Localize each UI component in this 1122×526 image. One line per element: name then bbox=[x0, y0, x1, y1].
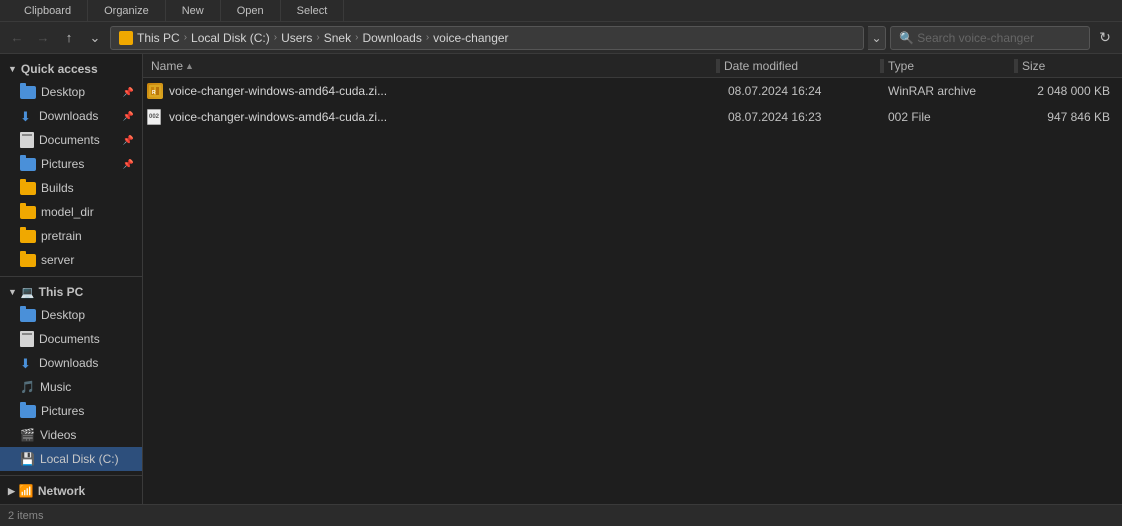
search-bar[interactable]: 🔍 Search voice-changer bbox=[890, 26, 1090, 50]
down-arrow-icon: ⬇ bbox=[20, 109, 34, 123]
sidebar-item-model-dir[interactable]: model_dir bbox=[0, 200, 142, 224]
breadcrumb-localdisk[interactable]: Local Disk (C:) bbox=[191, 31, 270, 45]
forward-button[interactable]: → bbox=[32, 27, 54, 49]
toolbar-select[interactable]: Select bbox=[281, 0, 345, 21]
videos-icon: 🎬 bbox=[20, 428, 35, 442]
sidebar-item-this-pc-videos[interactable]: 🎬 Videos bbox=[0, 423, 142, 447]
folder-yellow-icon bbox=[20, 254, 36, 267]
sidebar-item-pictures[interactable]: Pictures 📌 bbox=[0, 152, 142, 176]
breadcrumb-dropdown[interactable]: ⌄ bbox=[868, 26, 886, 50]
file-name: voice-changer-windows-amd64-cuda.zi... bbox=[169, 84, 728, 98]
sidebar-item-builds[interactable]: Builds bbox=[0, 176, 142, 200]
pin-icon: 📌 bbox=[123, 159, 134, 170]
col-header-date[interactable]: Date modified bbox=[720, 54, 880, 77]
search-icon: 🔍 bbox=[899, 31, 914, 45]
status-bar: 2 items bbox=[0, 504, 1122, 526]
breadcrumb-downloads[interactable]: Downloads bbox=[362, 31, 421, 45]
column-headers: Name ▲ Date modified Type Size bbox=[143, 54, 1122, 78]
sidebar-section-this-pc[interactable]: ▼ 💻 This PC bbox=[0, 281, 142, 303]
file-type: 002 File bbox=[888, 110, 1018, 124]
file-area: Name ▲ Date modified Type Size bbox=[143, 54, 1122, 504]
down-arrow-icon: ⬇ bbox=[20, 356, 34, 370]
sidebar-section-network[interactable]: ▶ 📶 Network bbox=[0, 480, 142, 502]
sidebar-item-this-pc-desktop[interactable]: Desktop bbox=[0, 303, 142, 327]
sidebar-item-this-pc-documents[interactable]: Documents bbox=[0, 327, 142, 351]
folder-blue-icon bbox=[20, 86, 36, 99]
recent-button[interactable]: ⌄ bbox=[84, 27, 106, 49]
back-button[interactable]: ← bbox=[6, 27, 28, 49]
sidebar-item-server[interactable]: server bbox=[0, 248, 142, 272]
toolbar: Clipboard Organize New Open Select bbox=[0, 0, 1122, 22]
svg-text:R: R bbox=[152, 90, 156, 96]
expand-icon: ▶ bbox=[8, 486, 15, 497]
expand-icon: ▼ bbox=[8, 287, 17, 297]
file002-icon: 002 bbox=[147, 109, 165, 125]
sidebar-item-this-pc-music[interactable]: 🎵 Music bbox=[0, 375, 142, 399]
folder-blue-icon bbox=[20, 309, 36, 322]
up-button[interactable]: ↑ bbox=[58, 27, 80, 49]
sidebar-divider bbox=[0, 276, 142, 277]
sidebar-item-desktop[interactable]: Desktop 📌 bbox=[0, 80, 142, 104]
documents-icon bbox=[20, 331, 34, 347]
file-size: 2 048 000 KB bbox=[1018, 84, 1118, 98]
folder-yellow-icon bbox=[20, 230, 36, 243]
winrar-file-icon: R bbox=[147, 83, 165, 99]
col-header-size[interactable]: Size bbox=[1018, 54, 1118, 77]
sidebar-section-quick-access[interactable]: ▼ Quick access bbox=[0, 58, 142, 80]
folder-yellow-icon bbox=[20, 206, 36, 219]
expand-icon: ▼ bbox=[8, 64, 17, 74]
table-row[interactable]: 002 voice-changer-windows-amd64-cuda.zi.… bbox=[143, 104, 1122, 130]
pin-icon: 📌 bbox=[123, 111, 134, 122]
toolbar-organize[interactable]: Organize bbox=[88, 0, 166, 21]
sidebar-divider-2 bbox=[0, 475, 142, 476]
sidebar-item-downloads[interactable]: ⬇ Downloads 📌 bbox=[0, 104, 142, 128]
pin-icon: 📌 bbox=[123, 135, 134, 146]
breadcrumb-voice-changer[interactable]: voice-changer bbox=[433, 31, 508, 45]
toolbar-new[interactable]: New bbox=[166, 0, 221, 21]
folder-blue-icon bbox=[20, 405, 36, 418]
breadcrumb-users[interactable]: Users bbox=[281, 31, 312, 45]
documents-icon bbox=[20, 132, 34, 148]
pc-icon bbox=[119, 31, 133, 45]
sidebar: ▼ Quick access Desktop 📌 ⬇ Downloads 📌 D… bbox=[0, 54, 143, 504]
toolbar-open[interactable]: Open bbox=[221, 0, 281, 21]
pin-icon: 📌 bbox=[123, 87, 134, 98]
main-area: ▼ Quick access Desktop 📌 ⬇ Downloads 📌 D… bbox=[0, 54, 1122, 504]
music-icon: 🎵 bbox=[20, 380, 35, 394]
folder-yellow-icon bbox=[20, 182, 36, 195]
file-date: 08.07.2024 16:23 bbox=[728, 110, 888, 124]
pc-icon: 💻 bbox=[21, 286, 35, 299]
file-size: 947 846 KB bbox=[1018, 110, 1118, 124]
status-text: 2 items bbox=[8, 510, 43, 522]
file-date: 08.07.2024 16:24 bbox=[728, 84, 888, 98]
hdd-icon: 💾 bbox=[20, 452, 35, 466]
sidebar-item-pretrain[interactable]: pretrain bbox=[0, 224, 142, 248]
refresh-button[interactable]: ↻ bbox=[1094, 27, 1116, 49]
sidebar-item-this-pc-pictures[interactable]: Pictures bbox=[0, 399, 142, 423]
breadcrumb[interactable]: This PC › Local Disk (C:) › Users › Snek… bbox=[110, 26, 864, 50]
file-type: WinRAR archive bbox=[888, 84, 1018, 98]
sort-arrow-icon: ▲ bbox=[185, 61, 194, 71]
toolbar-clipboard[interactable]: Clipboard bbox=[8, 0, 88, 21]
breadcrumb-snek[interactable]: Snek bbox=[324, 31, 351, 45]
breadcrumb-thispc[interactable]: This PC bbox=[137, 31, 180, 45]
file-name: voice-changer-windows-amd64-cuda.zi... bbox=[169, 110, 728, 124]
address-bar: ← → ↑ ⌄ This PC › Local Disk (C:) › User… bbox=[0, 22, 1122, 54]
sidebar-item-documents[interactable]: Documents 📌 bbox=[0, 128, 142, 152]
sidebar-item-this-pc-downloads[interactable]: ⬇ Downloads bbox=[0, 351, 142, 375]
folder-blue-icon bbox=[20, 158, 36, 171]
col-header-name[interactable]: Name ▲ bbox=[147, 54, 716, 77]
table-row[interactable]: R voice-changer-windows-amd64-cuda.zi...… bbox=[143, 78, 1122, 104]
network-icon: 📶 bbox=[19, 484, 34, 498]
col-header-type[interactable]: Type bbox=[884, 54, 1014, 77]
sidebar-item-local-disk[interactable]: 💾 Local Disk (C:) bbox=[0, 447, 142, 471]
